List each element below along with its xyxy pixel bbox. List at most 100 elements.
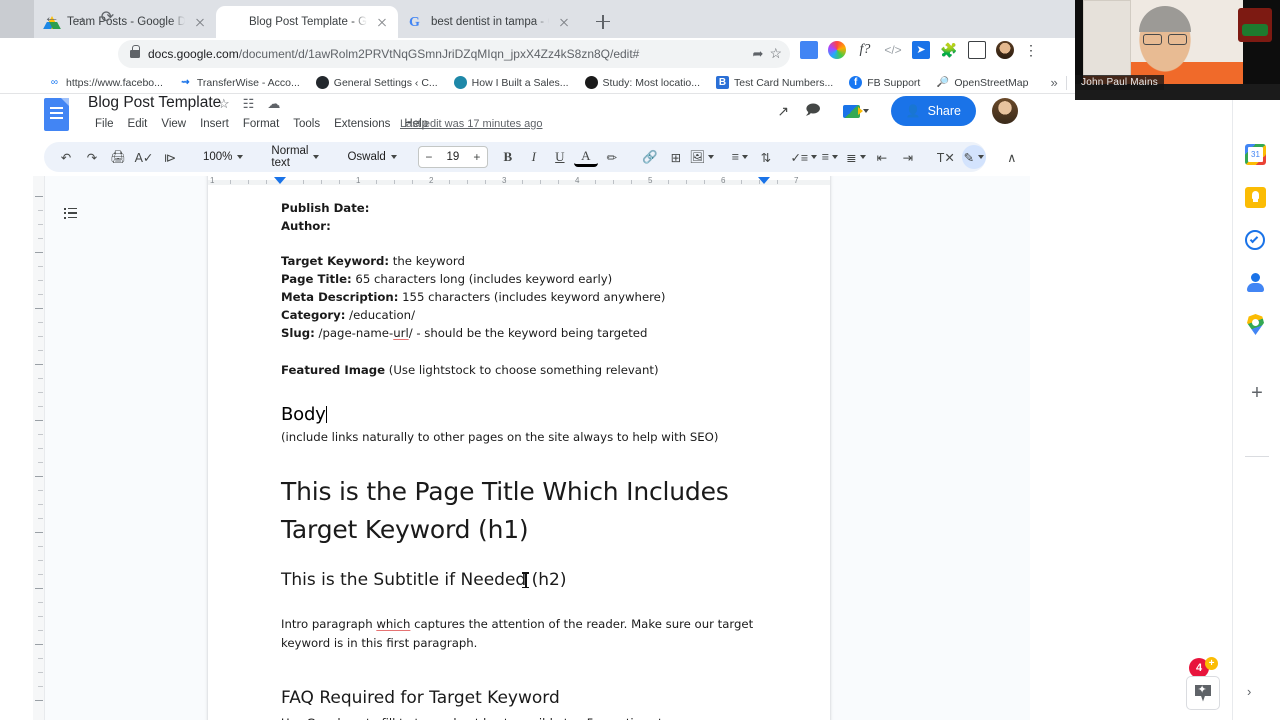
numbered-list-icon[interactable]: ≣ — [844, 145, 868, 169]
font-selector[interactable]: Oswald — [340, 145, 403, 169]
line-spacing-icon[interactable]: ⇅ — [754, 145, 778, 169]
menu-view[interactable]: View — [154, 116, 193, 132]
link-icon[interactable]: 🔗 — [638, 145, 662, 169]
add-ons-plus-icon[interactable]: + — [1245, 382, 1269, 406]
menu-tools[interactable]: Tools — [286, 116, 327, 132]
move-to-folder-icon[interactable]: ☷ — [243, 96, 255, 112]
insert-image-icon[interactable]: 🖼 — [689, 145, 715, 169]
menu-file[interactable]: File — [88, 116, 121, 132]
trending-up-icon[interactable]: ↗ — [777, 103, 789, 120]
code-icon[interactable]: </> — [884, 41, 902, 59]
new-tab-button[interactable] — [591, 10, 615, 34]
align-icon[interactable]: ≡ — [728, 145, 752, 169]
browser-menu-button[interactable]: ⋮ — [1024, 41, 1038, 59]
print-icon[interactable]: 🖨 — [106, 145, 130, 169]
document-title[interactable]: Blog Post Template — [88, 94, 221, 112]
bookmark-item[interactable]: 🔎 OpenStreetMap — [928, 76, 1036, 89]
spellcheck-icon[interactable]: A✓ — [132, 145, 156, 169]
puzzle-icon[interactable]: 🧩 — [940, 41, 958, 59]
forward-button[interactable]: → — [70, 8, 89, 27]
indent-increase-icon[interactable]: ⇥ — [896, 145, 920, 169]
f-question-icon[interactable]: f? — [856, 41, 874, 59]
font-size-value[interactable]: 19 — [439, 151, 467, 163]
document-page[interactable]: Blog Post Template Publish Date: Author:… — [208, 176, 830, 720]
redo-button[interactable]: ↷ — [80, 145, 104, 169]
bookmark-item[interactable]: General Settings ‹ C... — [308, 76, 446, 89]
paint-format-icon[interactable]: ⧐ — [158, 145, 182, 169]
close-icon[interactable] — [192, 14, 208, 30]
explore-button[interactable] — [1186, 676, 1220, 710]
share-button[interactable]: 👤 Share — [890, 96, 976, 126]
reading-list-icon[interactable] — [800, 41, 818, 59]
right-indent-marker[interactable] — [758, 177, 770, 184]
close-icon[interactable] — [374, 14, 390, 30]
address-bar-url: docs.google.com/document/d/1awRolm2PRVtN… — [148, 47, 640, 61]
expand-panel-chevron-icon[interactable]: › — [1247, 684, 1251, 699]
doc-h3-faq: FAQ Required for Target Keyword — [281, 687, 560, 708]
braintree-icon: B — [716, 76, 730, 89]
google-keep-icon[interactable] — [1245, 187, 1269, 211]
bookmark-item[interactable]: ⇝ TransferWise - Acco... — [171, 76, 308, 89]
italic-button[interactable]: I — [522, 145, 546, 169]
document-canvas[interactable]: Blog Post Template Publish Date: Author:… — [45, 176, 1030, 720]
star-icon[interactable]: ☆ — [218, 96, 230, 112]
google-contacts-icon[interactable] — [1245, 272, 1269, 296]
back-button[interactable]: ← — [42, 8, 61, 27]
highlighter-icon[interactable]: ✏ — [600, 145, 624, 169]
square-icon[interactable] — [968, 41, 986, 59]
bookmark-item[interactable]: Study: Most locatio... — [577, 76, 708, 89]
browser-tab-3[interactable]: G best dentist in tampa - Google S — [398, 6, 580, 38]
google-maps-icon[interactable] — [1245, 314, 1269, 338]
font-size-increase-button[interactable]: + — [467, 150, 487, 164]
bookmark-item[interactable]: B Test Card Numbers... — [708, 76, 841, 89]
address-bar[interactable]: docs.google.com/document/d/1awRolm2PRVtN… — [118, 40, 790, 68]
add-comment-icon[interactable]: ⊞ — [664, 145, 688, 169]
checklist-icon[interactable]: ✓≡ — [790, 145, 818, 169]
undo-button[interactable]: ↶ — [54, 145, 78, 169]
menu-insert[interactable]: Insert — [193, 116, 236, 132]
close-icon[interactable] — [556, 14, 572, 30]
document-body[interactable]: Blog Post Template Publish Date: Author:… — [208, 176, 830, 720]
reload-button[interactable]: ⟳ — [98, 8, 117, 27]
last-edit-status[interactable]: Last edit was 17 minutes ago — [400, 118, 542, 130]
font-size-decrease-button[interactable]: − — [419, 150, 439, 164]
font-size-stepper[interactable]: − 19 + — [417, 146, 488, 168]
bookmarks-overflow-button[interactable]: » — [1042, 75, 1065, 90]
google-meet-icon[interactable] — [836, 101, 875, 121]
bookmark-item[interactable]: ∞ https://www.facebo... — [40, 76, 171, 89]
horizontal-ruler[interactable]: 1 1 2 3 4 5 6 7 — [208, 176, 830, 190]
cloud-saved-icon[interactable]: ☁ — [267, 96, 280, 112]
indent-decrease-icon[interactable]: ⇤ — [870, 145, 894, 169]
collapse-toolbar-button[interactable]: ∧ — [1000, 145, 1024, 169]
browser-tab-2[interactable]: Blog Post Template - Google Doc — [216, 6, 398, 38]
bluesend-icon[interactable]: ➤ — [912, 41, 930, 59]
share-icon[interactable]: ➦ — [753, 46, 764, 62]
glasses-icon — [1143, 34, 1187, 45]
bookmark-item[interactable]: How I Built a Sales... — [446, 76, 577, 89]
google-calendar-icon[interactable]: 31 — [1245, 144, 1269, 168]
paragraph-style-selector[interactable]: Normal text — [264, 145, 326, 169]
editing-mode-button[interactable]: ✎ — [961, 145, 986, 169]
value-target-keyword: the keyword — [389, 254, 465, 269]
google-tasks-icon[interactable] — [1245, 230, 1269, 254]
browser-tab-1[interactable]: Team Posts - Google Drive — [34, 6, 216, 38]
clear-formatting-icon[interactable]: T✕ — [934, 145, 958, 169]
bookmark-item[interactable]: f FB Support — [841, 76, 928, 89]
bookmark-star-icon[interactable]: ☆ — [769, 45, 782, 62]
comment-icon[interactable]: 🗩 — [805, 99, 821, 123]
menu-edit[interactable]: Edit — [121, 116, 155, 132]
menu-extensions[interactable]: Extensions — [327, 116, 397, 132]
menu-format[interactable]: Format — [236, 116, 286, 132]
user-avatar[interactable] — [992, 98, 1018, 124]
profile-avatar[interactable] — [996, 41, 1014, 59]
colorwheel-icon[interactable] — [828, 41, 846, 59]
show-outline-button[interactable] — [59, 202, 81, 224]
bulleted-list-icon[interactable]: ≡ — [818, 145, 842, 169]
text-color-button[interactable]: A — [573, 148, 598, 167]
osm-icon: 🔎 — [936, 77, 950, 88]
underline-button[interactable]: U — [548, 145, 572, 169]
zoom-selector[interactable]: 100% — [196, 145, 250, 169]
bold-button[interactable]: B — [496, 145, 520, 169]
left-indent-marker[interactable] — [274, 177, 286, 184]
value-meta-description: 155 characters (includes keyword anywher… — [398, 289, 666, 304]
